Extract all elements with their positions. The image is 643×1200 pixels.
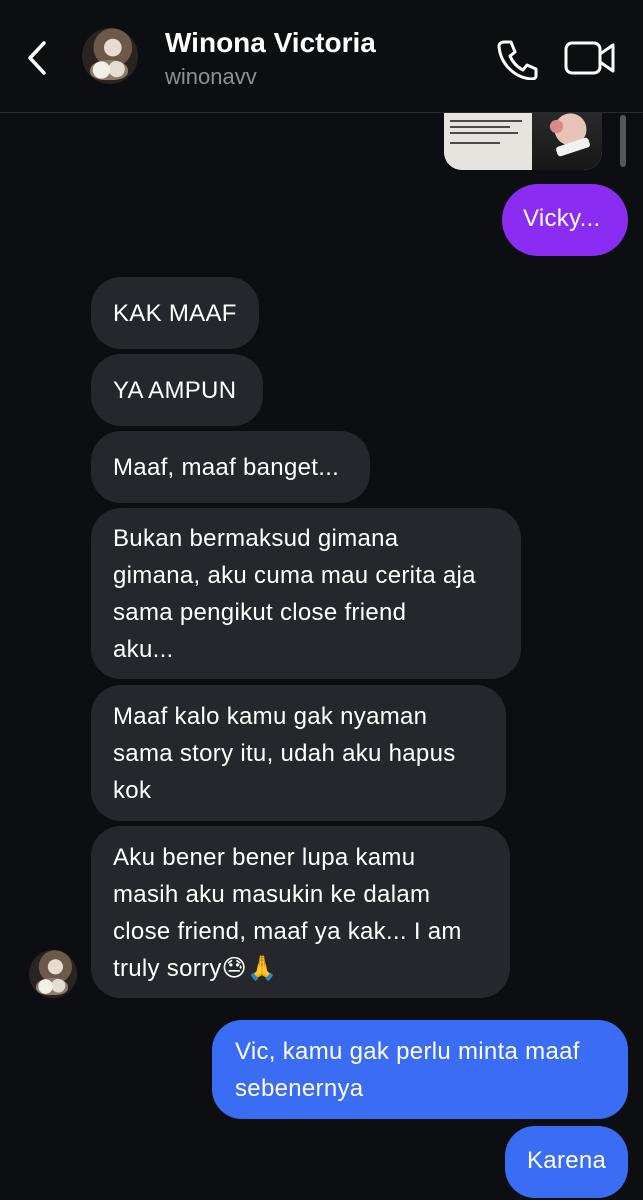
message-line: Aku bener bener lupa kamu [113, 844, 416, 871]
message-text: KAK MAAF [113, 300, 237, 327]
message-line: Bukan bermaksud gimana [113, 525, 399, 552]
chevron-left-icon [28, 41, 46, 75]
message-line: masih aku masukin ke dalam [113, 881, 431, 908]
chat-header: Winona Victoria winonavv [0, 0, 643, 113]
video-call-button[interactable] [564, 40, 616, 76]
back-button[interactable] [22, 38, 54, 78]
message-text: YA AMPUN [113, 377, 237, 404]
message-bubble-incoming[interactable]: Maaf kalo kamu gak nyaman sama story itu… [91, 685, 506, 821]
message-line: sebenernya [235, 1075, 364, 1102]
message-line: Vic, kamu gak perlu minta maaf [235, 1038, 580, 1065]
phone-icon [497, 40, 538, 81]
message-line: close friend, maaf ya kak... I am [113, 918, 462, 945]
message-bubble-outgoing[interactable]: Vicky... [502, 184, 628, 256]
message-bubble-incoming[interactable]: Maaf, maaf banget... [91, 431, 370, 503]
message-text: Maaf, maaf banget... [113, 454, 340, 481]
message-line: aku... [113, 636, 174, 663]
message-text: Vicky... [523, 205, 601, 232]
message-bubble-outgoing[interactable]: Karena [505, 1126, 628, 1198]
message-line: truly sorry😓🙏 [113, 955, 278, 982]
video-camera-icon [564, 41, 615, 75]
message-bubble-incoming[interactable]: Bukan bermaksud gimana gimana, aku cuma … [91, 508, 521, 679]
sender-avatar[interactable] [29, 950, 77, 998]
contact-avatar[interactable] [82, 28, 138, 84]
shared-story-thumbnail[interactable] [444, 112, 602, 170]
selfie-photo-image [532, 112, 602, 170]
screenshot-document-image [444, 112, 532, 170]
contact-name[interactable]: Winona Victoria [165, 27, 376, 59]
message-line: kok [113, 777, 152, 804]
message-bubble-incoming[interactable]: KAK MAAF [91, 277, 259, 349]
message-bubble-incoming[interactable]: Aku bener bener lupa kamu masih aku masu… [91, 826, 510, 998]
audio-call-button[interactable] [496, 38, 540, 81]
message-bubble-outgoing[interactable]: Vic, kamu gak perlu minta maaf sebenerny… [212, 1020, 628, 1119]
message-line: Maaf kalo kamu gak nyaman [113, 703, 428, 730]
message-line: sama story itu, udah aku hapus [113, 740, 456, 767]
message-line: sama pengikut close friend [113, 599, 407, 626]
contact-username[interactable]: winonavv [165, 64, 257, 90]
message-text: Karena [527, 1147, 607, 1174]
message-line: gimana, aku cuma mau cerita aja [113, 562, 476, 589]
message-bubble-incoming[interactable]: YA AMPUN [91, 354, 263, 426]
scrollbar[interactable] [620, 115, 626, 167]
